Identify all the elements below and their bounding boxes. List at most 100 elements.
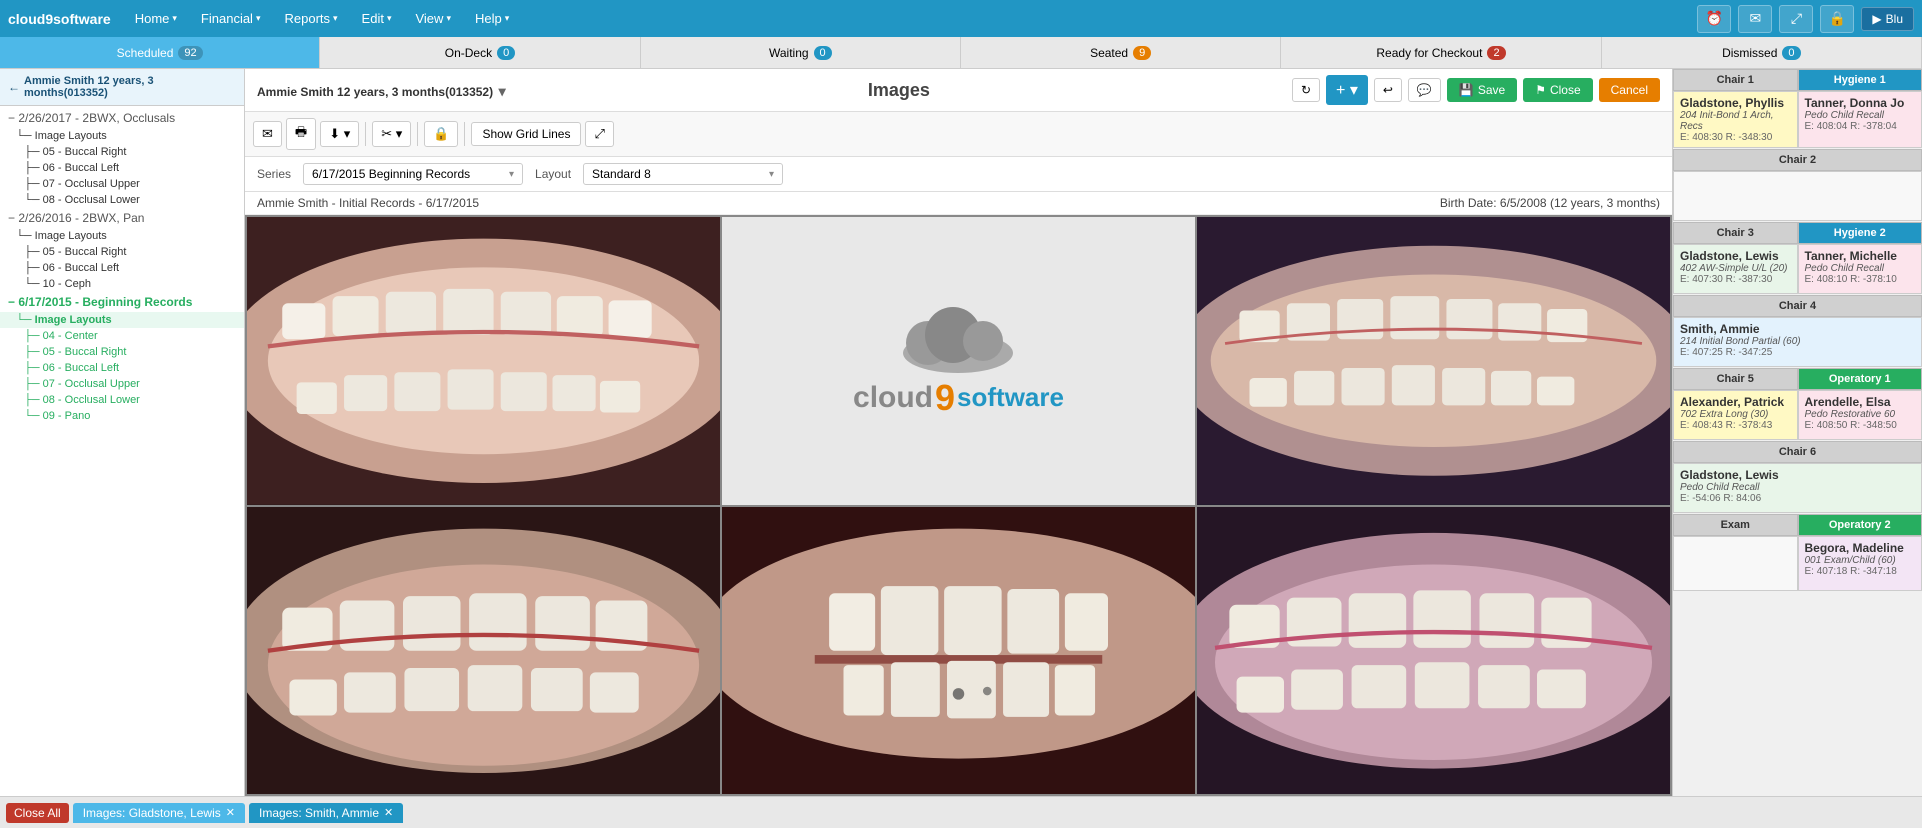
fullscreen-toolbar-button[interactable]: ⤢: [585, 121, 613, 147]
chair-header-row-exam: Exam Operatory 2: [1673, 514, 1922, 536]
refresh-button[interactable]: ↻: [1292, 78, 1320, 102]
email-icon[interactable]: ✉: [1738, 5, 1772, 33]
bottom-tab-smith[interactable]: Images: Smith, Ammie ✕: [249, 803, 403, 823]
add-button[interactable]: + ▾: [1326, 75, 1368, 105]
tree-item-05-buccal-right-1[interactable]: ├─ 05 - Buccal Right: [0, 144, 244, 160]
image-cell-bottom-left[interactable]: [247, 507, 720, 795]
patient-card-begora[interactable]: Begora, Madeline 001 Exam/Child (60) E: …: [1798, 536, 1922, 591]
tree-item-08-occlusal-lower-2[interactable]: ├─ 08 - Occlusal Lower: [0, 392, 244, 408]
series-dropdown-caret: ▾: [509, 169, 514, 180]
nav-home[interactable]: Home ▾: [125, 7, 187, 30]
tree-item-08-occlusal-lower-1[interactable]: └─ 08 - Occlusal Lower: [0, 192, 244, 208]
tab-ready-for-checkout[interactable]: Ready for Checkout 2: [1281, 37, 1601, 68]
tree-item-07-occlusal-upper-2[interactable]: ├─ 07 - Occlusal Upper: [0, 376, 244, 392]
patient-card-gladstone-lewis-2[interactable]: Gladstone, Lewis Pedo Child Recall E: -5…: [1673, 463, 1922, 513]
close-tab-gladstone[interactable]: ✕: [226, 806, 235, 819]
tab-dismissed[interactable]: Dismissed 0: [1602, 37, 1922, 68]
patient-card-smith-ammie[interactable]: Smith, Ammie 214 Initial Bond Partial (6…: [1673, 317, 1922, 367]
cloud9-watermark: cloud 9 software: [853, 303, 1064, 419]
tree-item-09-pano[interactable]: └─ 09 - Pano: [0, 408, 244, 424]
content-area: Ammie Smith 12 years, 3 months(013352) ▾…: [245, 69, 1672, 796]
patient-card-arendelle[interactable]: Arendelle, Elsa Pedo Restorative 60 E: 4…: [1798, 390, 1922, 440]
patient-card-alexander[interactable]: Alexander, Patrick 702 Extra Long (30) E…: [1673, 390, 1798, 440]
tree-item-image-layouts-3[interactable]: └─ Image Layouts: [0, 312, 244, 328]
nav-help[interactable]: Help ▾: [465, 7, 519, 30]
patient-name-section: Ammie Smith 12 years, 3 months(013352) ▾: [257, 79, 506, 102]
tab-seated[interactable]: Seated 9: [961, 37, 1281, 68]
tree-group-2015[interactable]: − 6/17/2015 - Beginning Records: [0, 292, 244, 312]
nav-reports[interactable]: Reports ▾: [274, 7, 347, 30]
image-cell-top-right[interactable]: [1197, 217, 1670, 505]
image-cell-bottom-center[interactable]: [722, 507, 1195, 795]
expand-icon[interactable]: ⤢: [1779, 5, 1813, 33]
series-label: Series: [257, 167, 291, 181]
clock-icon[interactable]: ⏰: [1697, 5, 1731, 33]
tree-section: − 2/26/2017 - 2BWX, Occlusals └─ Image L…: [0, 106, 244, 426]
tree-item-06-buccal-left-3[interactable]: ├─ 06 - Buccal Left: [0, 360, 244, 376]
undo-button[interactable]: ↩: [1374, 78, 1402, 102]
tree-group-2016[interactable]: − 2/26/2016 - 2BWX, Pan: [0, 208, 244, 228]
close-button[interactable]: ⚑ Close: [1523, 78, 1592, 102]
tree-item-10-ceph[interactable]: └─ 10 - Ceph: [0, 276, 244, 292]
image-cell-bottom-right[interactable]: [1197, 507, 1670, 795]
tree-item-05-buccal-right-2[interactable]: ├─ 05 - Buccal Right: [0, 244, 244, 260]
layout-dropdown[interactable]: Standard 8 ▾: [583, 163, 783, 185]
tab-scheduled[interactable]: Scheduled 92: [0, 37, 320, 68]
chair-header-row-6: Chair 6: [1673, 441, 1922, 463]
chair-exam-cards: Begora, Madeline 001 Exam/Child (60) E: …: [1673, 536, 1922, 592]
image-grid: cloud 9 software: [245, 215, 1672, 796]
show-grid-lines-button[interactable]: Show Grid Lines: [471, 122, 581, 146]
chair-header-row-5: Chair 5 Operatory 1: [1673, 368, 1922, 390]
patient-header: Ammie Smith 12 years, 3 months(013352) ▾…: [245, 69, 1672, 112]
lock-icon[interactable]: 🔒: [1820, 5, 1854, 33]
chair3-label: Chair 3: [1673, 222, 1798, 244]
header-actions: ↻ + ▾ ↩ 💬 💾 Save ⚑ Close Cancel: [1292, 75, 1660, 105]
tree-group-2017[interactable]: − 2/26/2017 - 2BWX, Occlusals: [0, 108, 244, 128]
patient-card-gladstone-lewis-1[interactable]: Gladstone, Lewis 402 AW-Simple U/L (20) …: [1673, 244, 1798, 294]
tree-item-04-center[interactable]: ├─ 04 - Center: [0, 328, 244, 344]
crop-toolbar-button[interactable]: ✂ ▾: [372, 121, 411, 147]
patient-card-tanner-donna[interactable]: Tanner, Donna Jo Pedo Child Recall E: 40…: [1798, 91, 1922, 148]
tree-item-image-layouts-1[interactable]: └─ Image Layouts: [0, 128, 244, 144]
cancel-button[interactable]: Cancel: [1599, 78, 1660, 102]
chair-row-1-cards: Gladstone, Phyllis 204 Init-Bond 1 Arch,…: [1673, 91, 1922, 149]
tree-item-07-occlusal-upper-1[interactable]: ├─ 07 - Occlusal Upper: [0, 176, 244, 192]
patient-card-chair2-empty: [1673, 171, 1922, 221]
close-all-button[interactable]: Close All: [6, 803, 69, 823]
tree-item-06-buccal-left-1[interactable]: ├─ 06 - Buccal Left: [0, 160, 244, 176]
hygiene1-label: Hygiene 1: [1798, 69, 1922, 91]
series-dropdown[interactable]: 6/17/2015 Beginning Records ▾: [303, 163, 523, 185]
save-button[interactable]: 💾 Save: [1447, 78, 1517, 102]
patient-name-caret[interactable]: ▾: [499, 83, 506, 99]
layout-label: Layout: [535, 167, 571, 181]
nav-view[interactable]: View ▾: [405, 7, 460, 30]
email-toolbar-button[interactable]: ✉: [253, 121, 282, 147]
tab-waiting[interactable]: Waiting 0: [641, 37, 961, 68]
tree-item-image-layouts-2[interactable]: └─ Image Layouts: [0, 228, 244, 244]
lock-toolbar-button[interactable]: 🔒: [424, 121, 458, 147]
chair4-label: Chair 4: [1673, 295, 1922, 317]
tab-on-deck[interactable]: On-Deck 0: [320, 37, 640, 68]
blu-button[interactable]: ▶ Blu: [1861, 7, 1914, 31]
patient-card-exam-empty: [1673, 536, 1798, 591]
image-cell-center-logo[interactable]: cloud 9 software: [722, 217, 1195, 505]
patient-card-tanner-michelle[interactable]: Tanner, Michelle Pedo Child Recall E: 40…: [1798, 244, 1922, 294]
sidebar-back-arrow: ←: [8, 80, 20, 94]
print-toolbar-button[interactable]: 🖶: [286, 118, 316, 150]
chair5-label: Chair 5: [1673, 368, 1798, 390]
nav-edit[interactable]: Edit ▾: [352, 7, 402, 30]
bottom-tab-gladstone[interactable]: Images: Gladstone, Lewis ✕: [73, 803, 245, 823]
tree-item-06-buccal-left-2[interactable]: ├─ 06 - Buccal Left: [0, 260, 244, 276]
layout-dropdown-caret: ▾: [769, 169, 774, 180]
close-tab-smith[interactable]: ✕: [384, 806, 393, 819]
chair-header-row-1: Chair 1 Hygiene 1: [1673, 69, 1922, 91]
close-flag-icon: ⚑: [1535, 83, 1546, 97]
tree-item-05-buccal-right-3[interactable]: ├─ 05 - Buccal Right: [0, 344, 244, 360]
image-cell-top-left[interactable]: [247, 217, 720, 505]
download-toolbar-button[interactable]: ⬇ ▾: [320, 121, 359, 147]
series-layout-row: Series 6/17/2015 Beginning Records ▾ Lay…: [245, 157, 1672, 192]
images-title-section: Images: [868, 80, 930, 101]
patient-card-gladstone-phyllis[interactable]: Gladstone, Phyllis 204 Init-Bond 1 Arch,…: [1673, 91, 1798, 148]
nav-financial[interactable]: Financial ▾: [191, 7, 271, 30]
comment-button[interactable]: 💬: [1408, 78, 1441, 102]
